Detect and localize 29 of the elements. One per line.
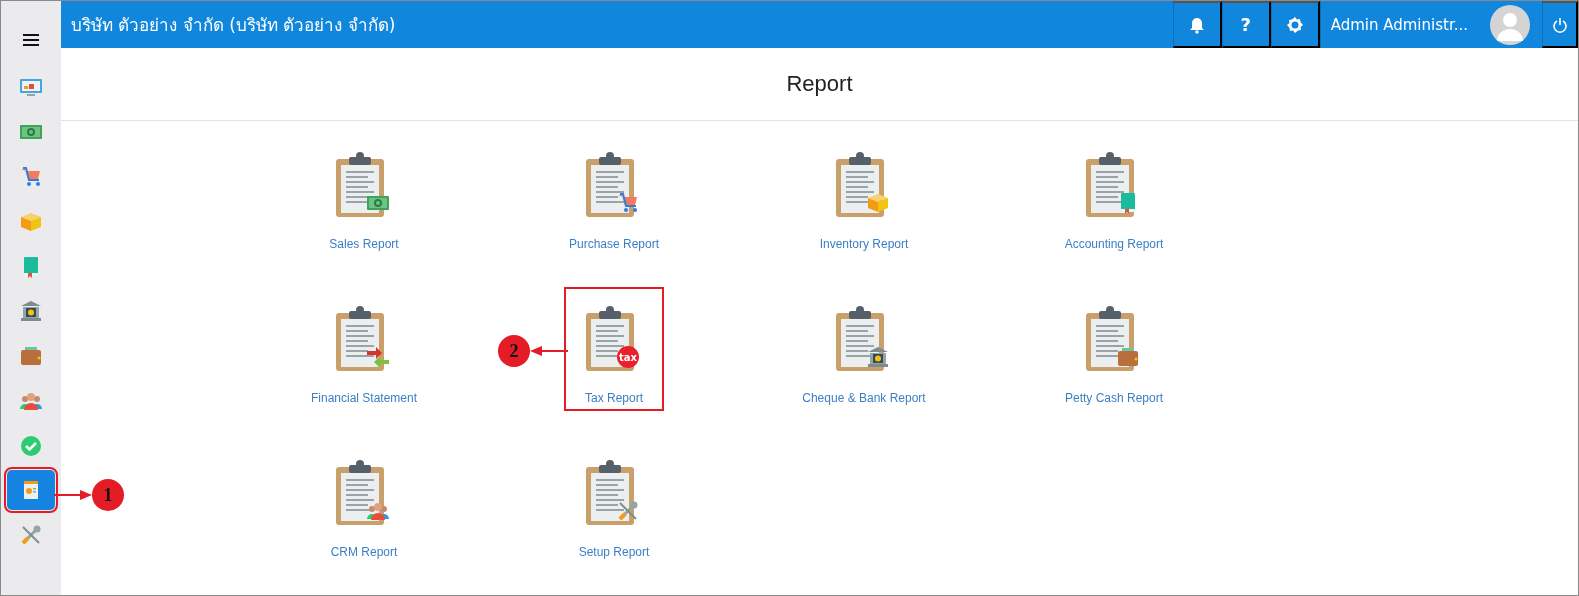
power-icon: [1552, 16, 1567, 33]
settings-button[interactable]: [1270, 1, 1320, 49]
sidebar-item[interactable]: [7, 470, 55, 511]
report-tile[interactable]: CRM Report: [314, 441, 414, 565]
avatar-icon[interactable]: [1490, 4, 1530, 45]
bank-icon: [19, 299, 43, 324]
check-icon: [19, 433, 43, 458]
page-title: Report: [786, 71, 853, 98]
report-tile[interactable]: Financial Statement: [304, 287, 424, 411]
notifications-button[interactable]: [1172, 1, 1222, 49]
report-tile[interactable]: Cheque & Bank Report: [796, 287, 932, 411]
report-tile[interactable]: Setup Report: [564, 441, 664, 565]
cart-icon: [19, 164, 43, 189]
power-button[interactable]: [1542, 1, 1578, 49]
callout-number: 2: [498, 335, 530, 367]
report-tile[interactable]: Purchase Report: [562, 133, 665, 257]
report-tile[interactable]: tax Tax Report: [564, 287, 664, 411]
callout-arrow: [530, 345, 568, 357]
report-tile[interactable]: Accounting Report: [1058, 133, 1170, 257]
report-tile[interactable]: Sales Report: [314, 133, 414, 257]
report-tile[interactable]: Petty Cash Report: [1058, 287, 1169, 411]
help-button[interactable]: ?: [1221, 1, 1271, 49]
report-tile[interactable]: Inventory Report: [813, 133, 915, 257]
user-name[interactable]: Admin Administr...: [1330, 15, 1468, 34]
menu-icon[interactable]: [23, 33, 39, 47]
callout-number: 1: [92, 479, 124, 511]
company-title: บริษัท ตัวอย่าง จำกัด (บริษัท ตัวอย่าง จำกัด): [71, 14, 396, 38]
settings-icon: [1285, 15, 1304, 34]
callout-arrow: [54, 489, 92, 501]
